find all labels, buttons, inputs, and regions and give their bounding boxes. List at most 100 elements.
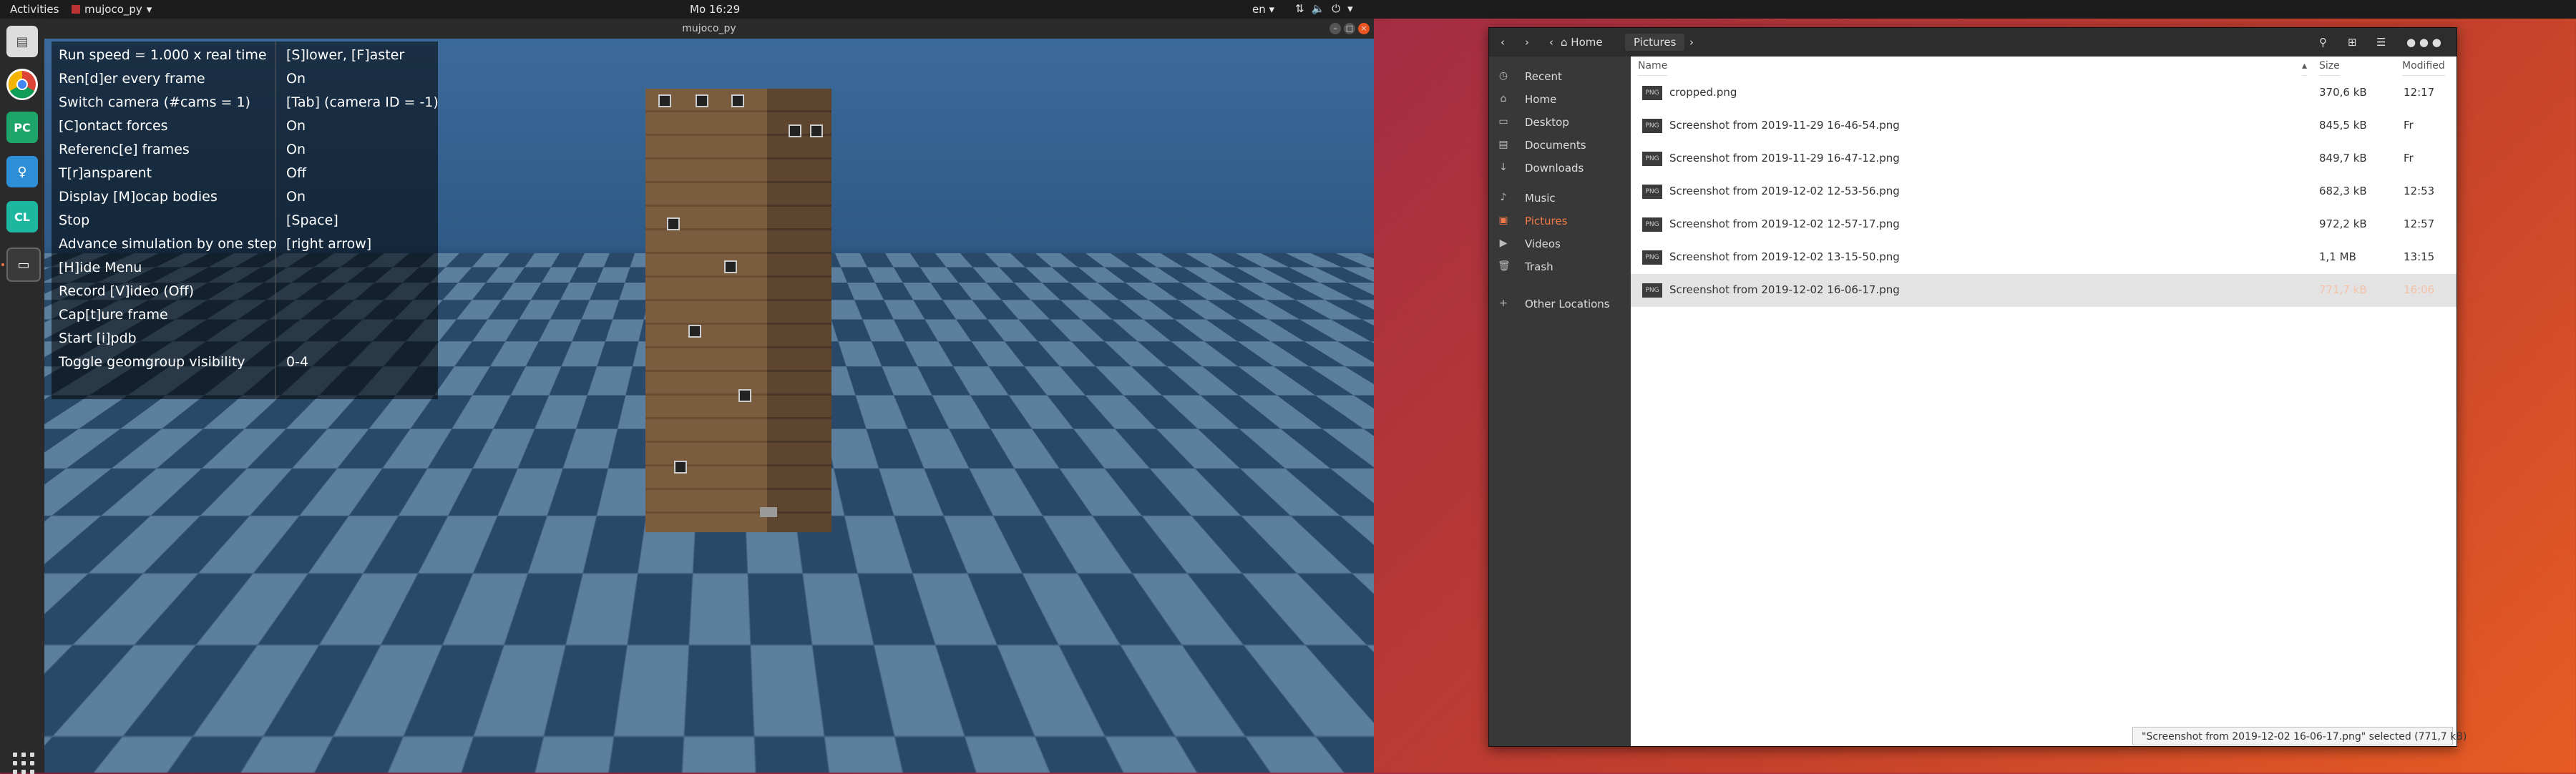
clock[interactable]: Mo 16:29 xyxy=(690,3,740,16)
file-list: Name ▴ Size Modified PNG cropped.png 370,6… xyxy=(1631,57,2457,746)
back-button[interactable]: ‹ xyxy=(1501,34,1505,51)
menu-row: Stop [Space] xyxy=(59,212,338,235)
menu-key: 0-4 xyxy=(286,354,309,370)
menu-key: [Space] xyxy=(286,212,338,228)
file-manager-window: ‹ › ‹ ⌂ Home Pictures › ⚲ ⊞ ☰ ● ● ● ◷ Rec… xyxy=(1488,27,2457,747)
sidebar-item-videos[interactable]: ▶ Videos xyxy=(1489,232,1631,255)
chrome-icon[interactable] xyxy=(6,69,38,100)
running-indicator xyxy=(1,263,4,266)
file-row[interactable]: PNG Screenshot from 2019-11-29 16-47-12.p… xyxy=(1631,142,2457,175)
image-file-icon: PNG xyxy=(1642,86,1662,100)
menu-row: Cap[t]ure frame xyxy=(59,307,168,330)
places-sidebar: ◷ Recent ⌂ Home ▭ Desktop ▤ Documents ↓ Downloads… xyxy=(1489,57,1631,746)
sidebar-item-downloads[interactable]: ↓ Downloads xyxy=(1489,157,1631,180)
app-menu[interactable]: mujoco_py ▾ xyxy=(72,3,152,16)
minimize-button[interactable]: – xyxy=(1330,23,1341,34)
menu-label: [C]ontact forces xyxy=(59,118,168,134)
marker xyxy=(674,461,687,474)
stat-value: 155 xyxy=(177,722,203,738)
language-indicator[interactable]: en ▾ xyxy=(1252,3,1274,16)
sidebar-item-trash[interactable]: 🗑 Trash xyxy=(1489,255,1631,278)
image-file-icon: PNG xyxy=(1642,185,1662,199)
sidebar-item-recent[interactable]: ◷ Recent xyxy=(1489,65,1631,88)
sidebar-item-music[interactable]: ♪ Music xyxy=(1489,187,1631,210)
file-name: cropped.png xyxy=(1669,86,1737,99)
figure-app-icon[interactable]: ♀ xyxy=(6,156,38,187)
clion-icon[interactable]: CL xyxy=(6,201,38,232)
window-controls[interactable]: ● ● ● xyxy=(2406,34,2441,51)
path-pictures-button[interactable]: Pictures xyxy=(1625,34,1685,51)
menu-key: On xyxy=(286,142,306,157)
file-size: 771,7 kB xyxy=(2319,283,2367,296)
menu-label: Ren[d]er every frame xyxy=(59,71,205,87)
app-icon xyxy=(72,5,80,14)
file-name: Screenshot from 2019-12-02 16-06-17.png xyxy=(1669,283,1900,296)
system-tray[interactable]: ⇅ 🔈 ⏻ ▾ xyxy=(1295,2,1353,15)
stat-value: 2601 xyxy=(1304,702,1339,717)
sidebar-item-desktop[interactable]: ▭ Desktop xyxy=(1489,111,1631,134)
sidebar-item-pictures[interactable]: ▣ Pictures xyxy=(1489,210,1631,232)
hamburger-menu-icon[interactable]: ☰ xyxy=(2376,34,2386,51)
menu-row: Display [M]ocap bodies On xyxy=(59,189,306,212)
menu-label: Toggle geomgroup visibility xyxy=(59,354,245,370)
menu-row: Toggle geomgroup visibility 0-4 xyxy=(59,354,308,377)
files-app-icon[interactable]: ▤ xyxy=(6,26,38,57)
sidebar-item-documents[interactable]: ▤ Documents xyxy=(1489,134,1631,157)
file-row[interactable]: PNG Screenshot from 2019-12-02 12-53-56.p… xyxy=(1631,175,2457,208)
file-modified: Fr xyxy=(2404,152,2414,165)
menu-row: T[r]ansparent Off xyxy=(59,165,306,188)
stat-value: 0.00300 xyxy=(1304,725,1360,741)
sort-arrow-icon[interactable]: ▴ xyxy=(2302,57,2308,76)
menu-row: Record [V]ideo (Off) xyxy=(59,283,194,306)
panel-divider xyxy=(275,41,276,399)
menu-label: Referenc[e] frames xyxy=(59,142,190,157)
sidebar-icon: ↓ xyxy=(1499,162,1508,173)
file-modified: 13:15 xyxy=(2404,250,2435,263)
file-size: 849,7 kB xyxy=(2319,152,2367,165)
close-button[interactable]: × xyxy=(1358,23,1370,34)
tower-reflection xyxy=(638,532,781,773)
show-applications-icon[interactable] xyxy=(13,753,34,774)
image-file-icon: PNG xyxy=(1642,283,1662,298)
file-row[interactable]: PNG Screenshot from 2019-12-02 13-15-50.p… xyxy=(1631,241,2457,274)
sidebar-item-other-locations[interactable]: + Other Locations xyxy=(1489,293,1631,315)
stat-label: Solver iterations xyxy=(59,746,170,762)
path-right-icon[interactable]: › xyxy=(1689,34,1694,51)
column-name[interactable]: Name xyxy=(1638,57,1668,76)
menu-label: Advance simulation by one step xyxy=(59,236,277,252)
forward-button[interactable]: › xyxy=(1525,34,1529,51)
simulation-viewport[interactable]: Run speed = 1.000 x real time [S]lower, [… xyxy=(44,39,1374,773)
activities-button[interactable]: Activities xyxy=(10,3,59,16)
file-row[interactable]: PNG Screenshot from 2019-11-29 16-46-54.p… xyxy=(1631,109,2457,142)
column-modified[interactable]: Modified xyxy=(2402,57,2445,76)
path-home-button[interactable]: ⌂ Home xyxy=(1561,34,1603,51)
file-modified: 12:17 xyxy=(2404,86,2435,99)
menu-label: Record [V]ideo (Off) xyxy=(59,283,195,299)
mujoco-app-icon[interactable]: ▭ xyxy=(6,248,41,282)
pycharm-icon[interactable]: PC xyxy=(6,112,38,143)
sidebar-item-label: Trash xyxy=(1525,260,1553,273)
maximize-button[interactable]: □ xyxy=(1344,23,1355,34)
sidebar-icon: ⌂ xyxy=(1500,93,1507,104)
file-row[interactable]: PNG Screenshot from 2019-12-02 16-06-17.p… xyxy=(1631,274,2457,307)
column-size[interactable]: Size xyxy=(2319,57,2340,76)
marker xyxy=(789,124,801,137)
menu-key: On xyxy=(286,71,306,87)
stat-label: timestep xyxy=(1196,725,1257,741)
mujoco-window: mujoco_py – □ × Run speed = 1.000 x real… xyxy=(44,19,1374,773)
sidebar-item-home[interactable]: ⌂ Home xyxy=(1489,88,1631,111)
dock: ▤ PC ♀ CL ▭ xyxy=(0,19,45,774)
file-row[interactable]: PNG cropped.png 370,6 kB 12:17 xyxy=(1631,77,2457,109)
file-size: 845,5 kB xyxy=(2319,119,2367,132)
path-left-icon[interactable]: ‹ xyxy=(1549,34,1553,51)
chevron-down-icon: ▾ xyxy=(146,3,152,16)
file-size: 1,1 MB xyxy=(2319,250,2356,263)
window-title: mujoco_py xyxy=(44,19,1374,39)
tower-side-face xyxy=(767,89,831,532)
file-row[interactable]: PNG Screenshot from 2019-12-02 12-57-17.p… xyxy=(1631,208,2457,241)
image-file-icon: PNG xyxy=(1642,152,1662,166)
menu-label: Start [i]pdb xyxy=(59,330,137,346)
search-icon[interactable]: ⚲ xyxy=(2319,34,2327,51)
view-grid-icon[interactable]: ⊞ xyxy=(2348,34,2357,51)
sidebar-icon: ▤ xyxy=(1498,139,1508,150)
